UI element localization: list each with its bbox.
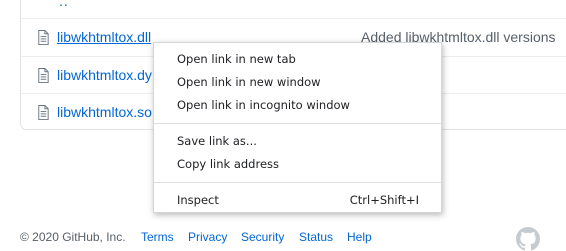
context-menu: Open link in new tab Open link in new wi… [153, 42, 442, 213]
parent-dir-row[interactable]: .. [21, 0, 566, 18]
menu-item-open-new-tab[interactable]: Open link in new tab [154, 48, 441, 71]
footer-link-help[interactable]: Help [347, 230, 372, 244]
menu-item-open-new-window[interactable]: Open link in new window [154, 71, 441, 94]
footer-link-status[interactable]: Status [299, 230, 333, 244]
menu-item-shortcut: Ctrl+Shift+I [349, 193, 419, 207]
file-link[interactable]: libwkhtmltox.dy [57, 67, 152, 83]
menu-separator [154, 182, 441, 183]
file-icon [38, 105, 49, 120]
file-link[interactable]: libwkhtmltox.so [57, 104, 152, 120]
footer-copyright: © 2020 GitHub, Inc. [20, 230, 126, 244]
menu-item-label: Copy link address [177, 157, 280, 171]
menu-item-inspect[interactable]: Inspect Ctrl+Shift+I [154, 189, 441, 212]
menu-item-label: Inspect [177, 193, 219, 207]
footer-link-privacy[interactable]: Privacy [188, 230, 227, 244]
file-icon [38, 68, 49, 83]
menu-item-label: Save link as... [177, 134, 257, 148]
file-icon [38, 30, 49, 45]
footer-link-security[interactable]: Security [241, 230, 284, 244]
menu-item-label: Open link in new tab [177, 52, 296, 66]
github-mark-icon[interactable] [516, 227, 540, 251]
file-link[interactable]: libwkhtmltox.dll [57, 29, 151, 45]
menu-item-label: Open link in new window [177, 75, 321, 89]
menu-item-open-incognito[interactable]: Open link in incognito window [154, 94, 441, 117]
menu-item-label: Open link in incognito window [177, 98, 350, 112]
menu-item-copy-link-address[interactable]: Copy link address [154, 153, 441, 176]
menu-separator [154, 123, 441, 124]
menu-item-save-link-as[interactable]: Save link as... [154, 130, 441, 153]
parent-dir-link[interactable]: .. [59, 0, 69, 9]
footer-link-terms[interactable]: Terms [141, 230, 174, 244]
